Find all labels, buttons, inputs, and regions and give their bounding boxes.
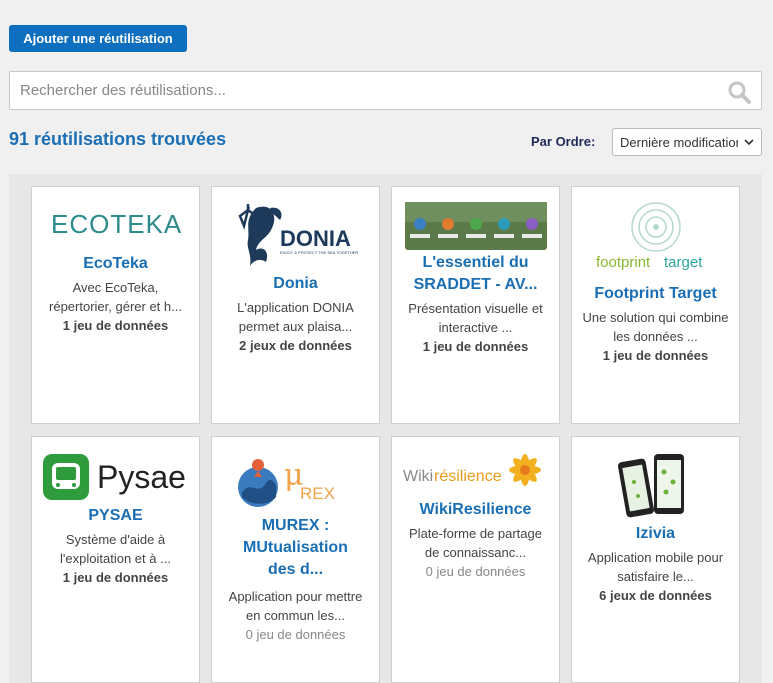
wiki-logo-text-a: Wiki	[403, 468, 433, 485]
search-icon[interactable]	[727, 80, 751, 104]
ecoteka-logo-text: ECOTEKA	[51, 209, 181, 239]
card-description: Système d'aide à l'exploitation et à ...	[60, 532, 171, 566]
card-datasets-count: 1 jeu de données	[62, 570, 169, 585]
reuse-card[interactable]: Wiki résilience WikiResilience Plate-for…	[391, 436, 560, 683]
footprint-logo-text-b: target	[664, 254, 703, 271]
search-bar	[9, 71, 762, 110]
izivia-phones-image	[616, 451, 696, 523]
card-title[interactable]: Donia	[265, 273, 325, 295]
sraddet-image	[404, 200, 547, 252]
sort-selected-value: Dernière modification	[620, 134, 738, 150]
card-title[interactable]: Izivia	[628, 523, 683, 545]
card-datasets-count: 0 jeu de données	[245, 627, 346, 642]
wiki-logo-text-b: résilience	[434, 468, 502, 485]
card-datasets-count: 0 jeu de données	[425, 564, 526, 579]
card-title[interactable]: Footprint Target	[586, 283, 724, 305]
card-title[interactable]: L'essentiel du SRADDET - AV...	[401, 252, 551, 296]
reuse-card[interactable]: μ REX MUREX : MUtualisation des d... App…	[211, 436, 380, 683]
card-description: Présentation visuelle et interactive ...	[408, 301, 543, 335]
card-datasets-count: 1 jeu de données	[62, 318, 169, 333]
pysae-logo: Pysae	[41, 449, 191, 505]
footprint-logo-text-a: footprint	[596, 254, 651, 271]
results-count: 91 réutilisations trouvées	[9, 129, 227, 149]
reuse-card[interactable]: ECOTEKA EcoTeka Avec EcoTeka, répertorie…	[31, 186, 200, 424]
card-description: Une solution qui combine les données ...	[582, 310, 729, 344]
donia-logo-tagline: ENJOY & PROTECT THE SEA TOGETHER	[280, 250, 358, 255]
reuse-card[interactable]: Izivia Application mobile pour satisfair…	[571, 436, 740, 683]
card-datasets-count: 2 jeux de données	[239, 338, 352, 353]
donia-logo: DONIA ENJOY & PROTECT THE SEA TOGETHER	[226, 197, 366, 273]
card-datasets-count: 6 jeux de données	[599, 588, 712, 603]
card-datasets-count: 1 jeu de données	[422, 339, 529, 354]
reuse-card[interactable]: Pysae PYSAE Système d'aide à l'exploitat…	[31, 436, 200, 683]
reuse-card[interactable]: DONIA ENJOY & PROTECT THE SEA TOGETHER D…	[211, 186, 380, 424]
card-description: Avec EcoTeka, répertorier, gérer et h...	[49, 280, 182, 314]
card-description: Application mobile pour satisfaire le...	[587, 550, 724, 584]
pysae-logo-text: Pysae	[97, 459, 186, 495]
reuse-card[interactable]: footprint target Footprint Target Une so…	[571, 186, 740, 424]
murex-logo: μ REX	[236, 455, 356, 515]
card-title[interactable]: EcoTeka	[75, 253, 156, 275]
card-title[interactable]: WikiResilience	[412, 499, 540, 521]
reuse-grid: ECOTEKA EcoTeka Avec EcoTeka, répertorie…	[9, 174, 762, 683]
card-datasets-count: 1 jeu de données	[602, 348, 709, 363]
sort-select[interactable]: Dernière modification	[612, 128, 762, 156]
reuse-card[interactable]: L'essentiel du SRADDET - AV... Présentat…	[391, 186, 560, 424]
footprint-target-logo: footprint target	[596, 199, 716, 283]
wikiresilience-logo: Wiki résilience	[401, 447, 551, 499]
ecoteka-logo: ECOTEKA	[51, 195, 181, 253]
search-input[interactable]	[10, 72, 710, 109]
card-description: Plate-forme de partage de connaissanc...	[409, 526, 542, 560]
donia-logo-text: DONIA	[280, 226, 351, 251]
add-reuse-button[interactable]: Ajouter une réutilisation	[9, 25, 187, 52]
card-description: Application pour mettre en commun les...	[228, 589, 363, 623]
sort-label: Par Ordre:	[531, 134, 596, 149]
card-title[interactable]: MUREX : MUtualisation des d...	[231, 515, 361, 581]
chevron-down-icon	[744, 139, 754, 146]
card-title[interactable]: PYSAE	[80, 505, 150, 527]
card-description: L'application DONIA permet aux plaisa...	[237, 300, 354, 334]
murex-logo-text: REX	[300, 484, 335, 503]
